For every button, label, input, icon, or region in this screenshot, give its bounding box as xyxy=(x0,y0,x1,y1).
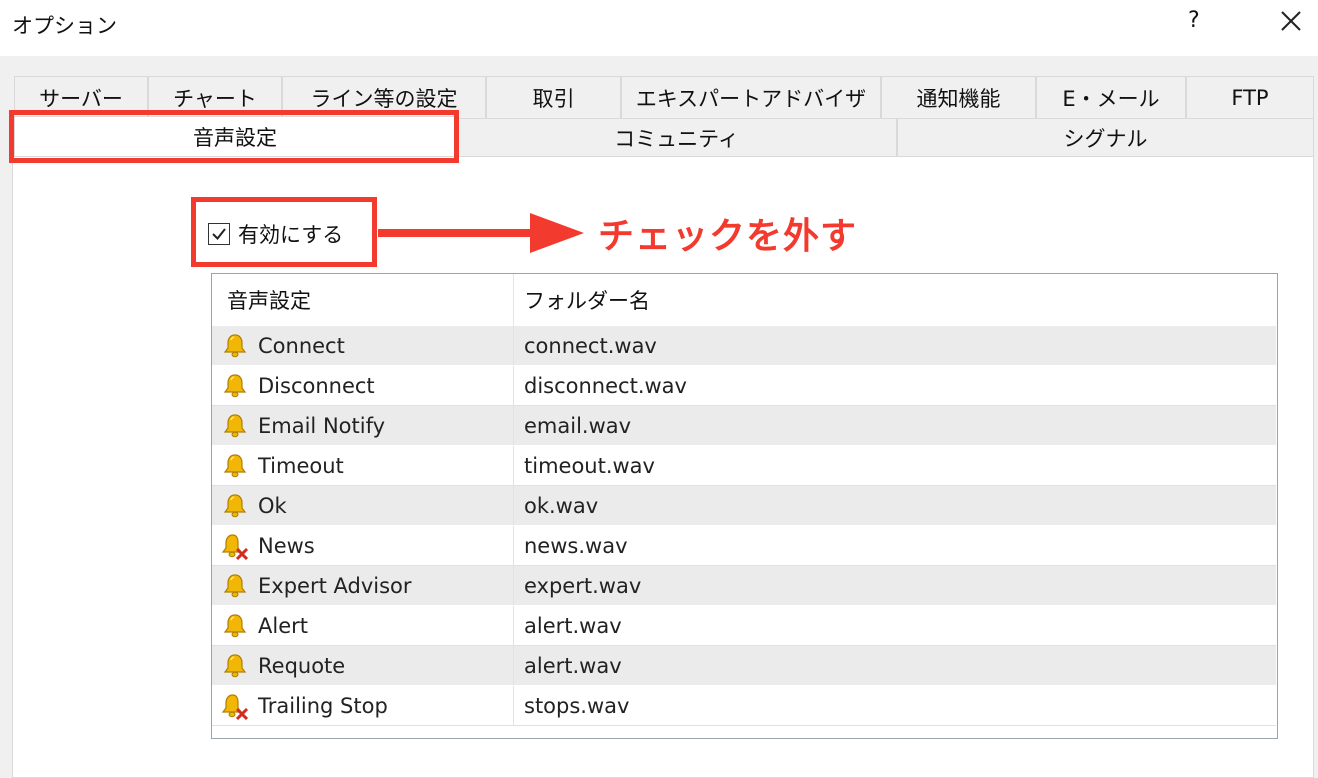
title-bar: オプション ? xyxy=(0,0,1318,56)
bell-icon xyxy=(223,373,247,397)
table-row[interactable]: Email Notify email.wav xyxy=(212,406,1276,446)
table-row[interactable]: Ok ok.wav xyxy=(212,486,1276,526)
enable-checkbox[interactable] xyxy=(208,223,230,245)
sound-event-name: Expert Advisor xyxy=(258,573,412,598)
bell-icon xyxy=(223,413,247,437)
column-header-sound[interactable]: 音声設定 xyxy=(212,274,514,326)
window-title: オプション xyxy=(12,14,117,38)
help-button[interactable]: ? xyxy=(1188,8,1200,33)
sound-event-cell[interactable]: Alert xyxy=(212,606,514,645)
sound-event-cell[interactable]: Disconnect xyxy=(212,366,514,405)
sound-event-cell[interactable]: Requote xyxy=(212,646,514,685)
tab-signals[interactable]: シグナル xyxy=(897,118,1314,156)
sound-file-cell[interactable]: stops.wav xyxy=(514,686,1276,725)
table-row[interactable]: Alert alert.wav xyxy=(212,606,1276,646)
bell-icon xyxy=(223,653,247,677)
tab-email[interactable]: E・メール xyxy=(1036,76,1186,118)
table-row[interactable]: Expert Advisor expert.wav xyxy=(212,566,1276,606)
annotation-text: チェックを外す xyxy=(598,216,858,257)
arrow-right-icon xyxy=(378,213,584,253)
sound-file-cell[interactable]: disconnect.wav xyxy=(514,366,1276,405)
bell-disabled-icon xyxy=(221,693,249,720)
sound-event-name: Timeout xyxy=(258,453,344,478)
list-rows: Connect connect.wav Disconnect disconnect.… xyxy=(212,326,1276,726)
sound-file-cell[interactable]: expert.wav xyxy=(514,566,1276,605)
tab-ftp[interactable]: FTP xyxy=(1186,76,1314,118)
sound-event-name: News xyxy=(258,533,315,558)
sound-event-name: Connect xyxy=(258,333,345,358)
bell-icon xyxy=(223,493,247,517)
sound-event-cell[interactable]: Ok xyxy=(212,486,514,525)
table-row[interactable]: News news.wav xyxy=(212,526,1276,566)
bell-icon xyxy=(223,613,247,637)
sound-event-name: Requote xyxy=(258,653,346,678)
close-icon[interactable] xyxy=(1276,6,1306,36)
sound-event-name: Disconnect xyxy=(258,373,375,398)
sound-file-cell[interactable]: email.wav xyxy=(514,406,1276,445)
bell-icon xyxy=(223,333,247,357)
highlight-box-tab xyxy=(9,110,459,163)
sound-file-cell[interactable]: alert.wav xyxy=(514,606,1276,645)
sound-event-name: Alert xyxy=(258,613,308,638)
table-row[interactable]: Connect connect.wav xyxy=(212,326,1276,366)
tab-expert-advisor[interactable]: エキスパートアドバイザ xyxy=(621,76,881,118)
sound-event-cell[interactable]: News xyxy=(212,526,514,565)
sound-event-cell[interactable]: Timeout xyxy=(212,446,514,485)
sound-event-cell[interactable]: Connect xyxy=(212,326,514,365)
sound-event-name: Trailing Stop xyxy=(258,693,388,718)
table-row[interactable]: Timeout timeout.wav xyxy=(212,446,1276,486)
checkmark-icon xyxy=(212,228,226,241)
tab-notifications[interactable]: 通知機能 xyxy=(881,76,1036,118)
bell-disabled-icon xyxy=(221,533,249,560)
sound-file-cell[interactable]: alert.wav xyxy=(514,646,1276,685)
sound-file-cell[interactable]: ok.wav xyxy=(514,486,1276,525)
tab-trade[interactable]: 取引 xyxy=(486,76,621,118)
sound-file-cell[interactable]: news.wav xyxy=(514,526,1276,565)
tab-community[interactable]: コミュニティ xyxy=(456,118,897,156)
sound-event-cell[interactable]: Email Notify xyxy=(212,406,514,445)
bell-icon xyxy=(223,573,247,597)
bell-icon xyxy=(223,453,247,477)
enable-label: 有効にする xyxy=(238,223,344,247)
enable-checkbox-row[interactable]: 有効にする xyxy=(208,219,343,249)
sound-file-cell[interactable]: timeout.wav xyxy=(514,446,1276,485)
sound-list[interactable]: 音声設定 フォルダー名 Connect connect.wav Disconnec… xyxy=(211,273,1278,739)
list-header: 音声設定 フォルダー名 xyxy=(212,274,1273,327)
sound-event-cell[interactable]: Trailing Stop xyxy=(212,686,514,725)
column-header-folder[interactable]: フォルダー名 xyxy=(514,274,1273,326)
sound-event-cell[interactable]: Expert Advisor xyxy=(212,566,514,605)
sound-file-cell[interactable]: connect.wav xyxy=(514,326,1276,365)
sound-event-name: Email Notify xyxy=(258,413,386,438)
sound-event-name: Ok xyxy=(258,493,287,518)
table-row[interactable]: Requote alert.wav xyxy=(212,646,1276,686)
table-row[interactable]: Disconnect disconnect.wav xyxy=(212,366,1276,406)
table-row[interactable]: Trailing Stop stops.wav xyxy=(212,686,1276,726)
